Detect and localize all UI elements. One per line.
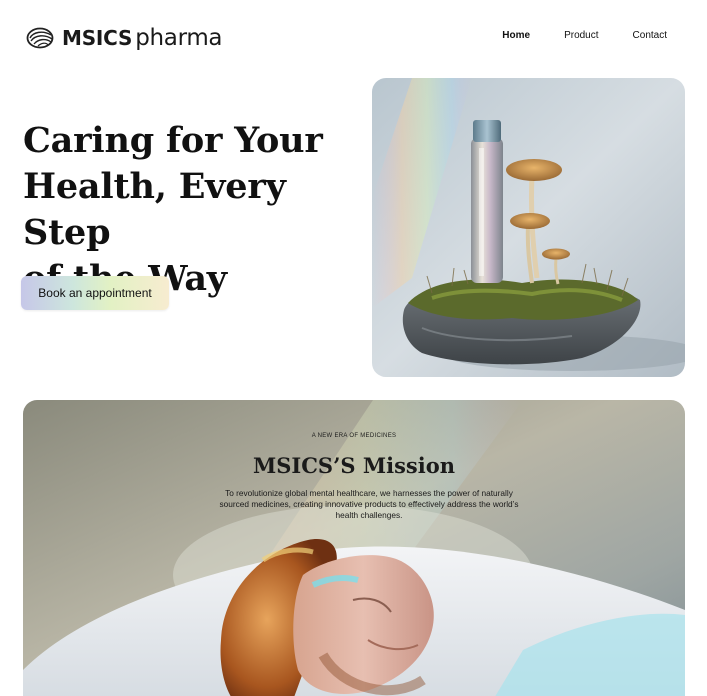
hero-product-image bbox=[372, 78, 685, 377]
brand-suffix: pharma bbox=[135, 25, 223, 51]
brain-logo-icon bbox=[26, 27, 54, 49]
vial-and-mushrooms-illustration bbox=[372, 78, 685, 377]
mission-title: MSICS’S Mission bbox=[252, 453, 456, 478]
hero-title-line-2: Health, Every Step bbox=[23, 166, 286, 253]
hero-title-line-1: Caring for Your bbox=[23, 120, 323, 161]
nav-home-link[interactable]: Home bbox=[502, 30, 530, 41]
brand-name: MSICS bbox=[62, 26, 133, 50]
mission-section: A NEW ERA OF MEDICINES MSICS’S Mission T… bbox=[23, 400, 685, 696]
mission-eyebrow: A NEW ERA OF MEDICINES bbox=[311, 433, 397, 439]
hero-title: Caring for Your Health, Every Step of th… bbox=[23, 118, 353, 302]
book-appointment-button[interactable]: Book an appointment bbox=[21, 276, 169, 310]
brand-logo[interactable]: MSICS pharma bbox=[26, 24, 223, 52]
nav-contact-link[interactable]: Contact bbox=[633, 30, 667, 41]
main-nav: Home Product Contact bbox=[502, 30, 667, 41]
sleeping-man-photo bbox=[23, 400, 685, 696]
nav-product-link[interactable]: Product bbox=[564, 30, 598, 41]
brand-wordmark: MSICS pharma bbox=[62, 25, 223, 51]
mission-description: To revolutionize global mental healthcar… bbox=[219, 488, 519, 520]
